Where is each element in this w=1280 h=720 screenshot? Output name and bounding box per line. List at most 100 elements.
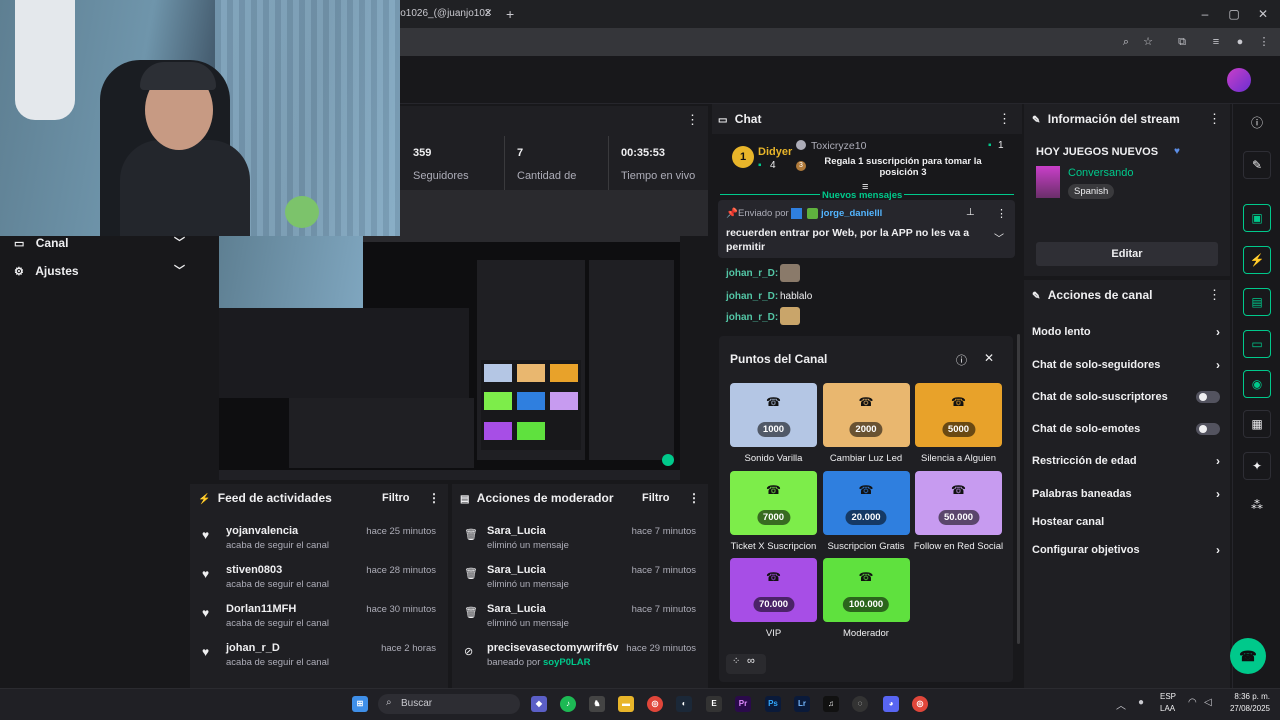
broadcast-icon[interactable]: ◉: [1243, 370, 1271, 398]
premiere-icon[interactable]: Pr: [735, 696, 751, 712]
gift-user[interactable]: Toxicryze10: [811, 140, 866, 152]
filter-button[interactable]: Filtro: [642, 484, 670, 512]
nodes-icon[interactable]: ⁂: [1243, 492, 1271, 520]
language-indicator-sub[interactable]: LAA: [1160, 704, 1175, 713]
new-tab-button[interactable]: +: [506, 0, 518, 28]
mod-actions-header: ▤ Acciones de moderador: [460, 484, 614, 512]
unpin-icon[interactable]: ⊥: [966, 207, 975, 218]
mic-icon[interactable]: ●: [1138, 697, 1144, 708]
toggle-switch[interactable]: [1196, 423, 1220, 435]
feed-username[interactable]: yojanvalencia: [226, 525, 298, 537]
app-icon[interactable]: ◆: [531, 696, 547, 712]
channel-action-item[interactable]: Restricción de edad ›: [1032, 451, 1222, 471]
mod-target-user[interactable]: Sara_Lucia: [487, 525, 546, 537]
panel-menu-icon[interactable]: ⋮: [688, 484, 700, 512]
toggle-switch[interactable]: [1196, 391, 1220, 403]
mod-target-user[interactable]: precisevasectomywrifr6v: [487, 642, 618, 654]
channel-action-item[interactable]: Chat de solo-seguidores ›: [1032, 355, 1222, 375]
browser-tab-title[interactable]: jo1026_(@juanjo102: [398, 0, 498, 28]
chat-username[interactable]: johan_r_D:: [726, 291, 778, 302]
user-avatar[interactable]: [1227, 68, 1251, 92]
channel-action-item[interactable]: Palabras baneadas ›: [1032, 484, 1222, 504]
steam-icon[interactable]: ◐: [676, 696, 692, 712]
mod-action-text: eliminó un mensaje: [487, 540, 569, 551]
reward-tile[interactable]: ☎ 7000: [730, 470, 817, 535]
document-icon[interactable]: ▤: [1243, 288, 1271, 316]
reward-tile[interactable]: ☎ 5000: [915, 383, 1002, 447]
clock-time[interactable]: 8:36 p. m.: [1218, 692, 1270, 701]
stats-menu-icon[interactable]: ⋮: [686, 112, 699, 128]
pinned-menu-icon[interactable]: ⋮: [996, 207, 1007, 220]
reward-tile[interactable]: ☎ 2000: [822, 383, 910, 447]
filter-button[interactable]: Filtro: [382, 484, 410, 512]
epic-icon[interactable]: E: [706, 696, 722, 712]
profile-icon[interactable]: ●: [1232, 34, 1248, 50]
feed-username[interactable]: johan_r_D: [226, 642, 280, 654]
reward-tile[interactable]: ☎ 100.000: [822, 558, 910, 622]
edit-button[interactable]: Editar: [1036, 242, 1218, 266]
chat-username[interactable]: johan_r_D:: [726, 312, 778, 323]
chrome-icon[interactable]: ◎: [647, 696, 663, 712]
taskbar-search[interactable]: [378, 694, 520, 714]
tiktok-icon[interactable]: ♫: [823, 696, 839, 712]
tray-chevron-icon[interactable]: ︿: [1116, 697, 1126, 712]
language-indicator[interactable]: ESP: [1160, 692, 1176, 701]
close-window-button[interactable]: ✕: [1246, 0, 1280, 28]
category-name[interactable]: Conversando: [1068, 167, 1133, 179]
info-icon[interactable]: ⓘ: [1243, 110, 1271, 138]
reward-tile[interactable]: ☎ 1000: [730, 383, 817, 447]
channel-action-item[interactable]: Hostear canal: [1032, 512, 1222, 532]
mod-by-user[interactable]: soyP0LAR: [543, 657, 591, 668]
reward-tile[interactable]: ☎ 50.000: [915, 470, 1002, 535]
layout-icon[interactable]: ▦: [1243, 410, 1271, 438]
channel-action-item[interactable]: Configurar objetivos ›: [1032, 540, 1222, 560]
volume-icon[interactable]: ◁: [1204, 697, 1212, 708]
chat-menu-icon[interactable]: ⋮: [998, 111, 1011, 127]
lightroom-icon[interactable]: Lr: [794, 696, 810, 712]
gifter-name[interactable]: Didyer: [758, 146, 792, 158]
pinned-user[interactable]: jorge_danielll: [821, 208, 882, 219]
channel-action-item[interactable]: Modo lento ›: [1032, 322, 1222, 342]
discord-icon[interactable]: ◕: [883, 696, 899, 712]
reward-label: Sonido Varilla: [744, 453, 803, 464]
channel-action-item[interactable]: Chat de solo-suscriptores: [1032, 387, 1222, 407]
panel-menu-icon[interactable]: ⋮: [1208, 287, 1221, 303]
chat-icon[interactable]: ▭: [1243, 330, 1271, 358]
panel-menu-icon[interactable]: ⋮: [428, 484, 440, 512]
chrome-icon[interactable]: ◎: [912, 696, 928, 712]
reward-tile[interactable]: ☎ 20.000: [822, 470, 910, 535]
reading-list-icon[interactable]: ≡: [1208, 34, 1224, 50]
mod-target-user[interactable]: Sara_Lucia: [487, 603, 546, 615]
mod-target-user[interactable]: Sara_Lucia: [487, 564, 546, 576]
support-chat-button[interactable]: ☎: [1230, 638, 1266, 674]
wrench-icon[interactable]: ✦: [1243, 452, 1271, 480]
browser-menu-icon[interactable]: ⋮: [1256, 34, 1272, 50]
feed-username[interactable]: Dorlan11MFH: [226, 603, 296, 615]
spotify-icon[interactable]: ♪: [560, 696, 576, 712]
channel-action-item[interactable]: Chat de solo-emotes: [1032, 419, 1222, 439]
info-icon[interactable]: ⓘ: [956, 352, 967, 368]
panel-menu-icon[interactable]: ⋮: [1208, 111, 1221, 127]
zoom-icon[interactable]: ⌕: [1118, 34, 1134, 50]
tab-close-icon[interactable]: ✕: [484, 0, 496, 28]
bolt-icon[interactable]: ⚡: [1243, 246, 1271, 274]
feed-username[interactable]: stiven0803: [226, 564, 282, 576]
sidebar-item-ajustes[interactable]: ⚙ Ajustes ﹀: [14, 260, 185, 282]
folder-icon[interactable]: ▬: [618, 696, 634, 712]
extensions-icon[interactable]: ⧉: [1174, 34, 1190, 50]
wifi-icon[interactable]: ◠: [1188, 697, 1197, 708]
close-icon[interactable]: ✕: [984, 351, 994, 365]
edit-icon[interactable]: ✎: [1243, 151, 1271, 179]
bookmark-star-icon[interactable]: ☆: [1140, 34, 1156, 50]
clock-date[interactable]: 27/08/2025: [1218, 704, 1270, 713]
category-thumbnail[interactable]: [1036, 166, 1060, 198]
windows-start-icon[interactable]: ⊞: [352, 696, 368, 712]
chat-username[interactable]: johan_r_D:: [726, 268, 778, 279]
chevron-down-icon[interactable]: ﹀: [994, 230, 1004, 245]
chat-scrollbar[interactable]: [1017, 334, 1020, 644]
reward-tile[interactable]: ☎ 70.000: [730, 558, 817, 622]
app-icon[interactable]: ◌: [852, 696, 868, 712]
clip-icon[interactable]: ▣: [1243, 204, 1271, 232]
app-icon[interactable]: ♞: [589, 696, 605, 712]
photoshop-icon[interactable]: Ps: [765, 696, 781, 712]
